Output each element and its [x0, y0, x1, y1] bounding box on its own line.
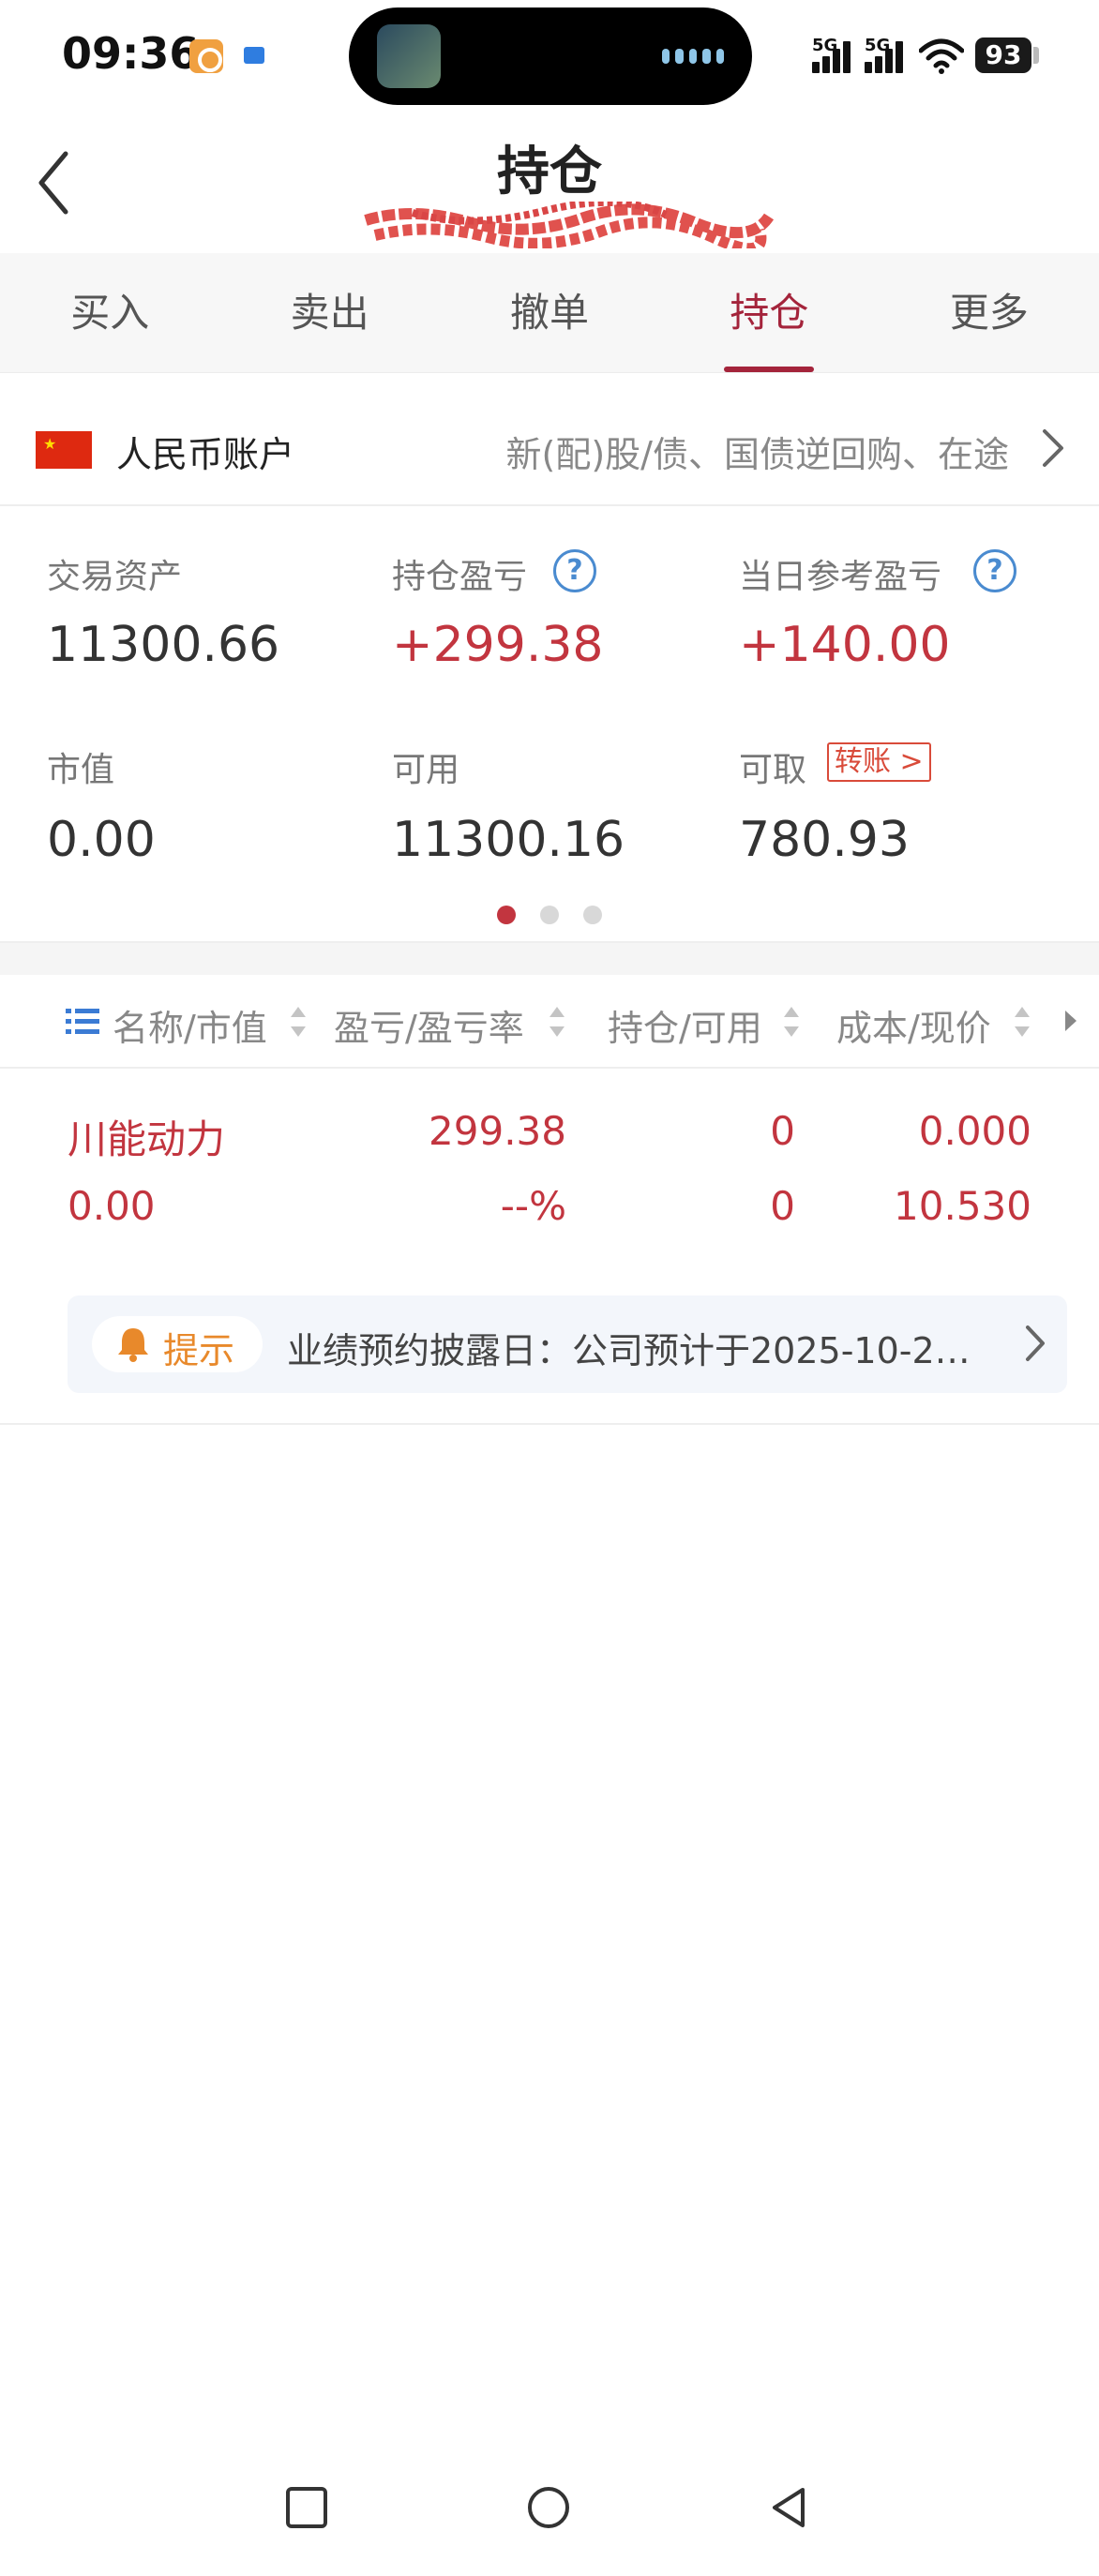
- column-header-cost[interactable]: 成本/现价: [836, 999, 991, 1051]
- account-name: 人民币账户: [116, 434, 295, 475]
- sort-icon[interactable]: [1015, 1007, 1030, 1037]
- stock-available: 0: [770, 1183, 795, 1229]
- notice-text: 业绩预约披露日：公司预计于2025-10-2…: [287, 1330, 971, 1371]
- section-divider: [0, 941, 1099, 975]
- daily-pnl-value: +140.00: [739, 617, 951, 673]
- tab-cancel-order[interactable]: 撤单: [440, 253, 659, 372]
- media-artwork: [377, 24, 441, 88]
- trade-tabs: 买入 卖出 撤单 持仓 更多: [0, 253, 1099, 373]
- status-time: 09:36: [62, 28, 200, 79]
- signal-icon: 5G: [812, 36, 857, 73]
- tab-buy[interactable]: 买入: [0, 253, 219, 372]
- tab-sell[interactable]: 卖出: [219, 253, 439, 372]
- list-icon[interactable]: [66, 1007, 99, 1037]
- notice-tag: 提示: [163, 1330, 235, 1371]
- tab-more[interactable]: 更多: [880, 253, 1099, 372]
- flag-star: ★: [43, 435, 57, 453]
- battery-tip: [1033, 47, 1039, 64]
- stock-market-value: 0.00: [68, 1183, 156, 1229]
- column-header-name[interactable]: 名称/市值: [113, 999, 267, 1051]
- tab-positions[interactable]: 持仓: [659, 253, 879, 372]
- total-assets-value: 11300.66: [47, 617, 280, 673]
- redacted-account-info: [364, 202, 775, 248]
- column-header-pnl[interactable]: 盈亏/盈亏率: [334, 999, 524, 1051]
- available-value: 11300.16: [392, 812, 625, 868]
- help-icon[interactable]: ?: [973, 549, 1016, 592]
- help-icon[interactable]: ?: [553, 549, 596, 592]
- column-header-position[interactable]: 持仓/可用: [608, 999, 762, 1051]
- stock-price: 10.530: [894, 1183, 1031, 1229]
- bell-icon: [118, 1328, 148, 1362]
- market-value-label: 市值: [47, 751, 115, 789]
- sort-icon[interactable]: [291, 1007, 306, 1037]
- pager-dot[interactable]: [540, 906, 559, 924]
- available-label: 可用: [392, 751, 460, 789]
- total-assets-label: 交易资产: [47, 558, 183, 596]
- transfer-button[interactable]: 转账 >: [827, 742, 931, 782]
- position-pnl-label: 持仓盈亏: [392, 558, 528, 596]
- dynamic-island[interactable]: [349, 7, 752, 105]
- sort-icon[interactable]: [784, 1007, 799, 1037]
- pager-dot[interactable]: [497, 906, 516, 924]
- market-value-value: 0.00: [47, 812, 156, 868]
- stock-name: 川能动力: [68, 1116, 226, 1162]
- nav-back-icon[interactable]: [767, 2484, 814, 2531]
- wifi-icon: [919, 38, 964, 74]
- stock-pnl: 299.38: [429, 1108, 566, 1154]
- app-notification-icon: [189, 39, 223, 73]
- daily-pnl-label: 当日参考盈亏: [739, 558, 942, 596]
- more-columns-icon[interactable]: [1065, 1011, 1076, 1031]
- chevron-right-icon[interactable]: [1024, 1324, 1046, 1363]
- status-bar: 09:36 5G 5G 93: [0, 0, 1099, 112]
- app-notification-icon: [238, 39, 272, 73]
- chevron-right-icon[interactable]: [1041, 427, 1065, 469]
- stock-cost: 0.000: [918, 1108, 1031, 1154]
- stock-position: 0: [770, 1108, 795, 1154]
- nav-square-icon[interactable]: [283, 2484, 330, 2531]
- page-title: 持仓: [497, 142, 602, 202]
- sort-icon[interactable]: [550, 1007, 565, 1037]
- pager-dots[interactable]: [0, 906, 1099, 924]
- account-description: 新(配)股/债、国债逆回购、在途: [505, 434, 1009, 475]
- signal-icon: 5G: [865, 36, 910, 73]
- withdrawable-label: 可取: [739, 751, 807, 789]
- stock-pnl-rate: --%: [500, 1183, 566, 1229]
- nav-circle-icon[interactable]: [525, 2484, 572, 2531]
- audio-wave-icon: [662, 49, 725, 64]
- battery-icon: 93: [975, 37, 1031, 73]
- position-pnl-value: +299.38: [392, 617, 604, 673]
- divider: [0, 1423, 1099, 1425]
- withdrawable-value: 780.93: [739, 812, 910, 868]
- pager-dot[interactable]: [583, 906, 602, 924]
